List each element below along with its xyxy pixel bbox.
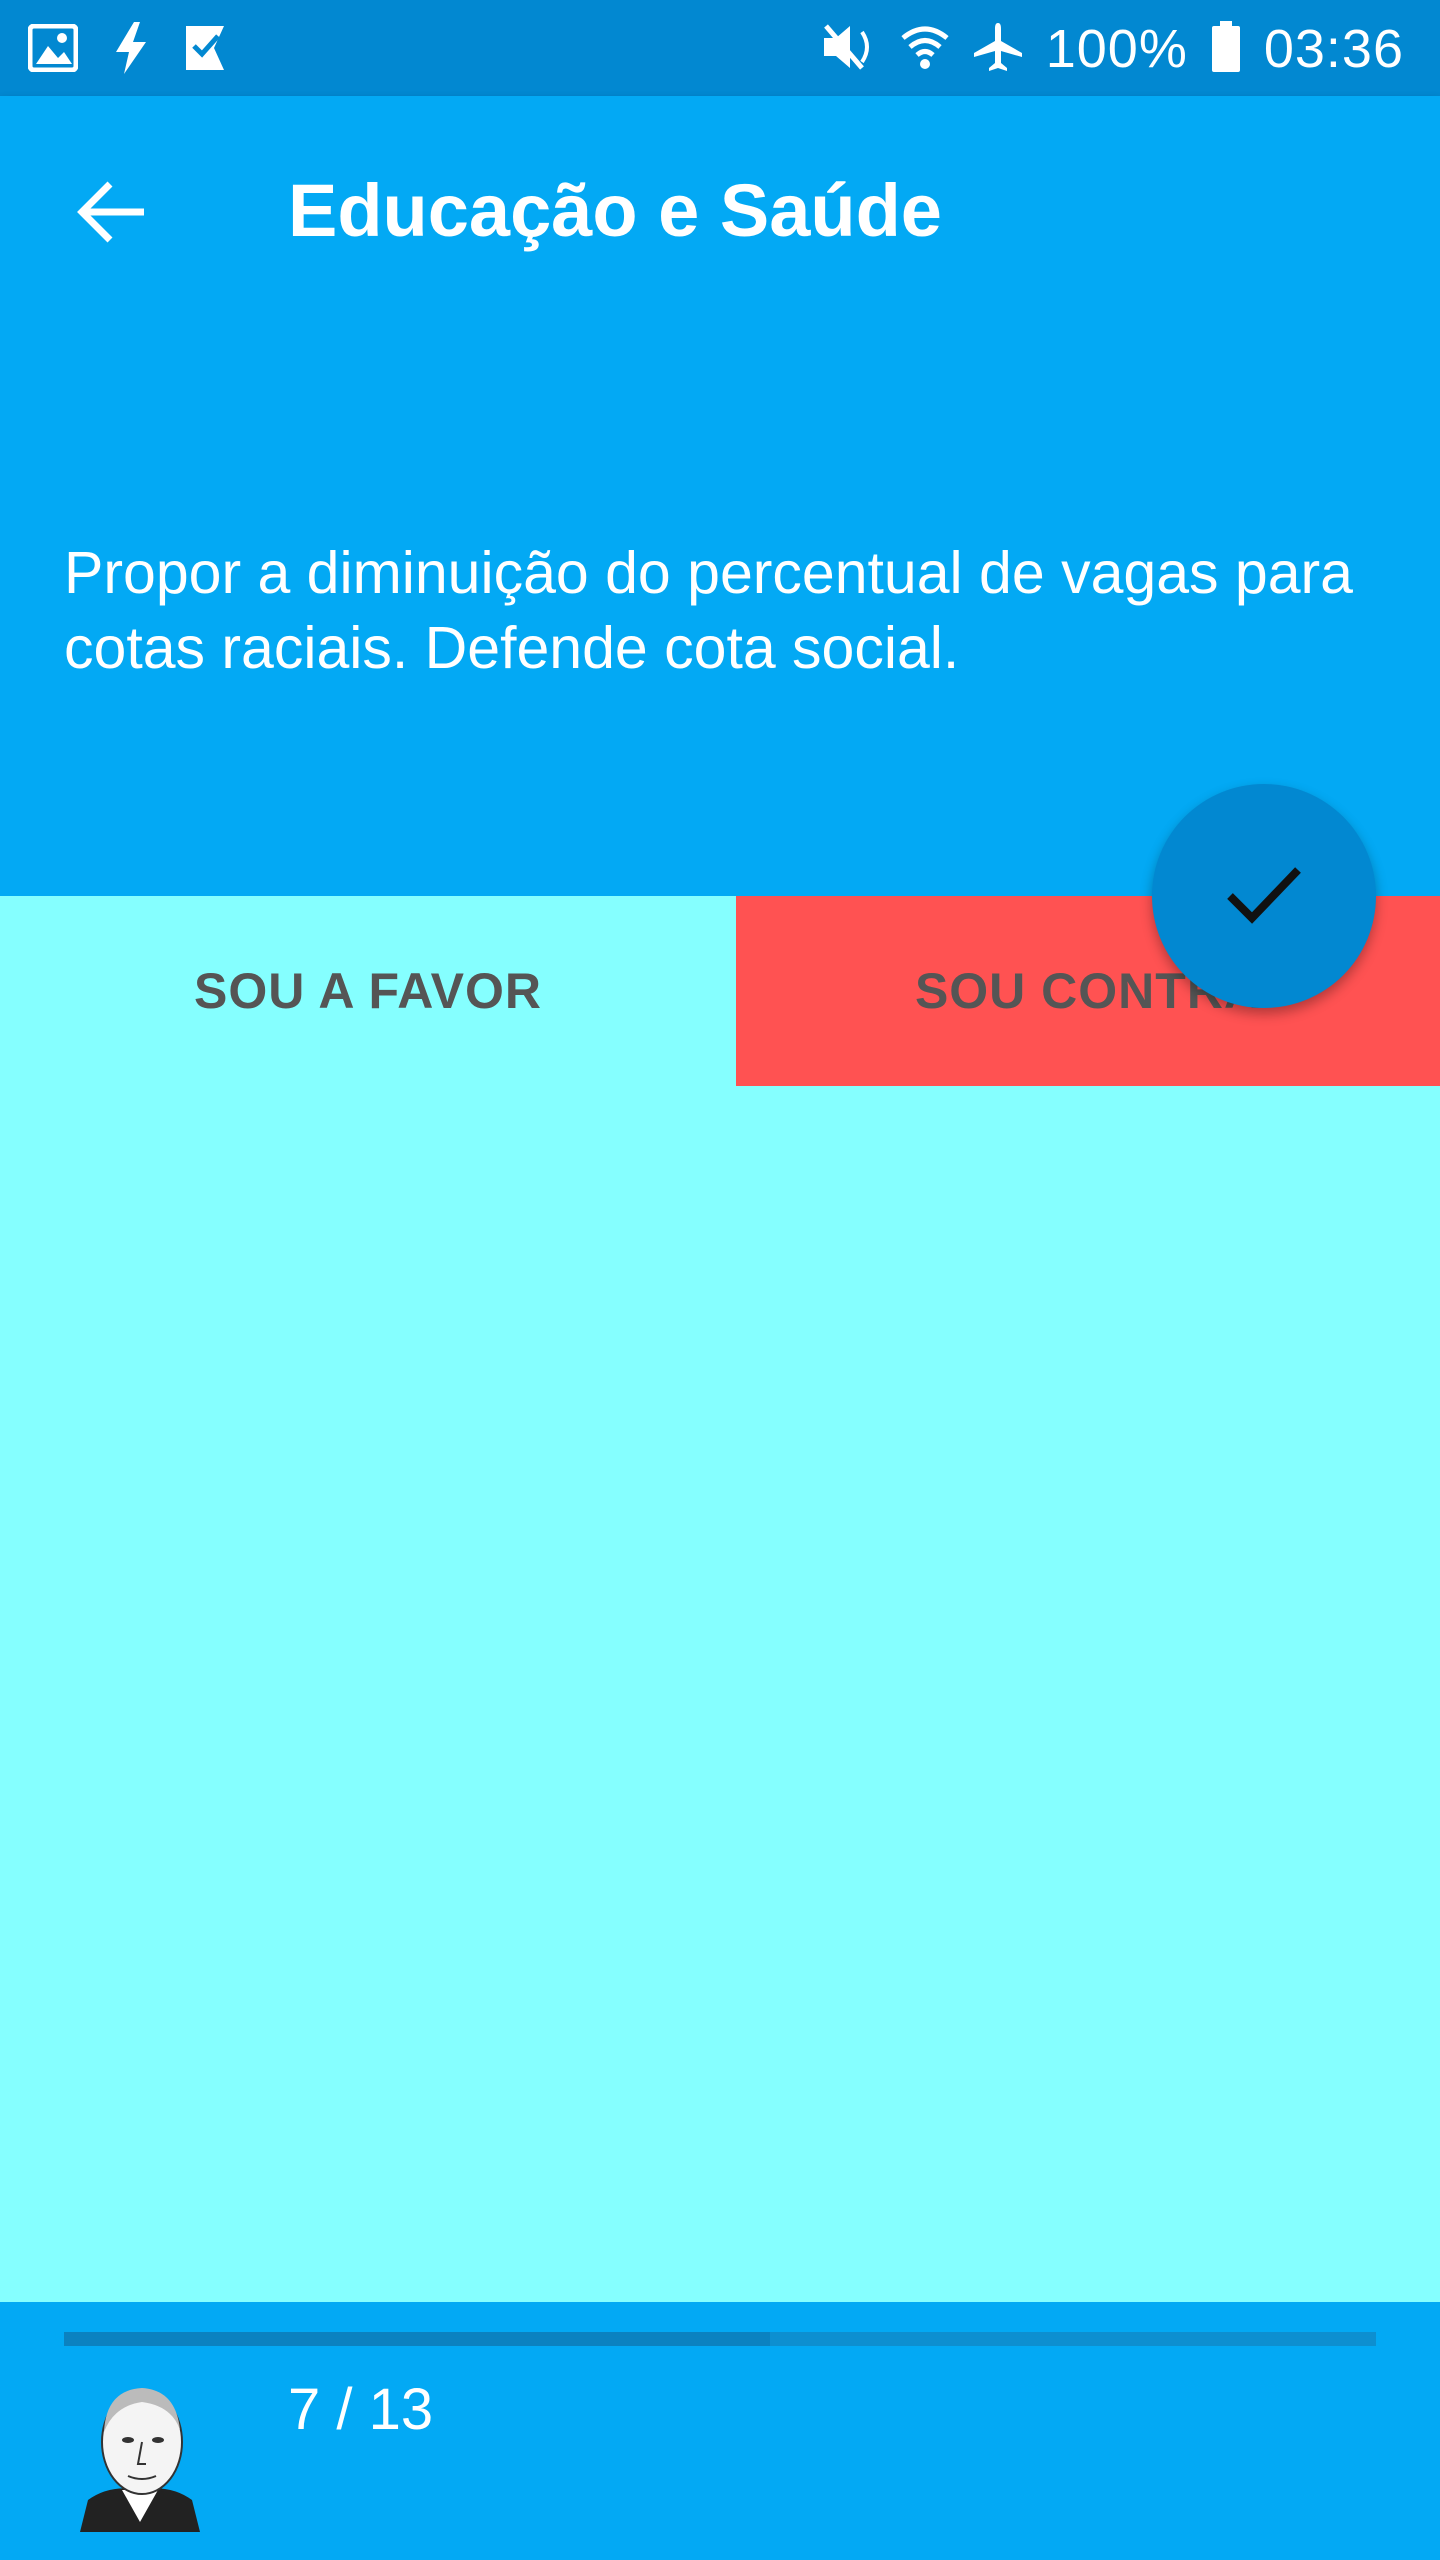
avatar (80, 2372, 200, 2532)
gallery-icon (27, 23, 79, 77)
progress-fill (64, 2332, 770, 2346)
page-title: Educação e Saúde (288, 169, 942, 252)
status-bar: 100% 03:36 (0, 0, 1440, 96)
airplane-icon (972, 21, 1024, 78)
progress-bar (64, 2332, 1376, 2346)
back-button[interactable] (64, 166, 160, 262)
task-check-icon (184, 24, 228, 77)
check-icon (1224, 862, 1304, 931)
battery-percent: 100% (1045, 19, 1188, 79)
header: Educação e Saúde Propor a diminuição do … (0, 96, 1440, 896)
wifi-icon (900, 22, 950, 77)
confirm-fab[interactable] (1152, 784, 1376, 1008)
footer: 7 / 13 (0, 2302, 1440, 2560)
mute-icon (822, 22, 878, 77)
battery-icon (1210, 20, 1242, 78)
favor-button[interactable]: SOU A FAVOR (0, 896, 736, 1086)
clock: 03:36 (1263, 19, 1404, 79)
proposal-text: Propor a diminuição do percentual de vag… (64, 540, 1353, 681)
question-counter: 7 / 13 (288, 2377, 434, 2442)
flash-icon (114, 22, 148, 79)
arrow-back-icon (76, 180, 148, 249)
